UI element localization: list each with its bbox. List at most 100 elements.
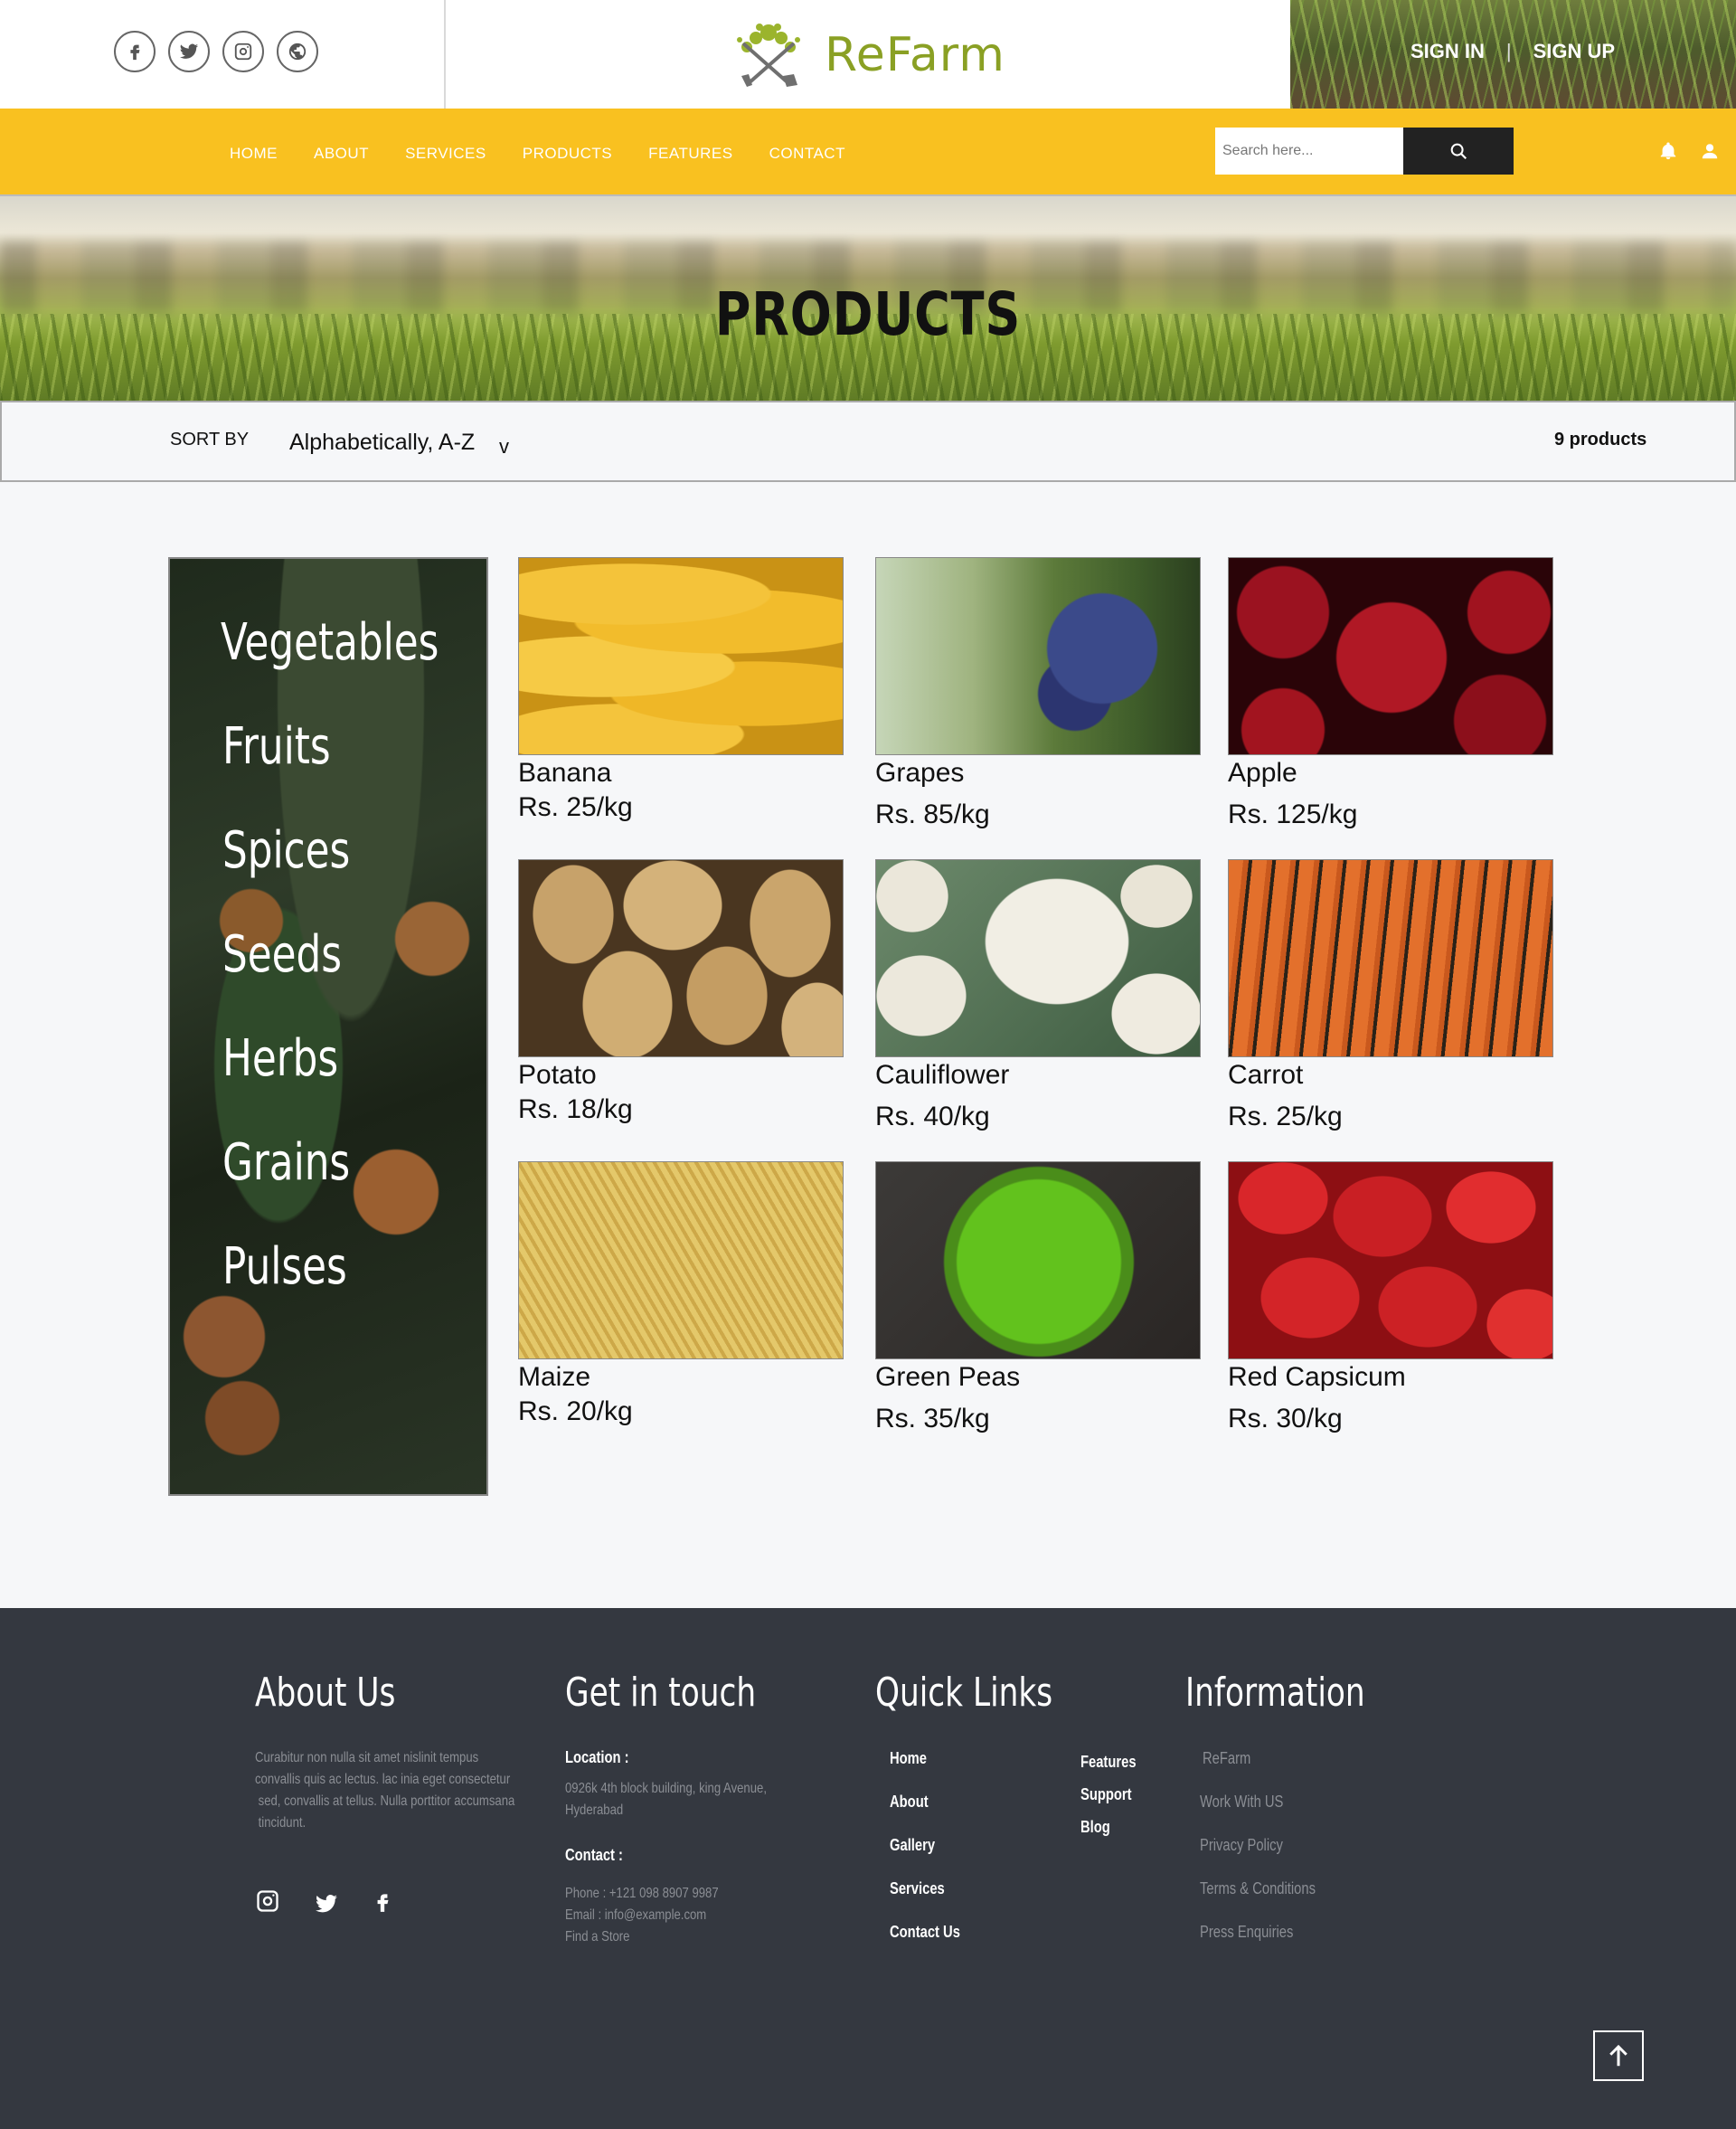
nav-menu: HOME ABOUT SERVICES PRODUCTS FEATURES CO… (230, 145, 845, 163)
category-item-pulses[interactable]: Pulses (170, 1237, 486, 1341)
sort-select[interactable]: Alphabetically, A-Z (289, 430, 475, 456)
product-price: Rs. 18/kg (518, 1094, 633, 1124)
product-image[interactable] (1228, 557, 1553, 755)
info-link-terms[interactable]: Terms & Conditions (1200, 1879, 1316, 1898)
product-card-cauliflower[interactable]: Cauliflower Rs. 40/kg (875, 859, 1201, 1131)
category-label: Herbs (222, 1029, 339, 1088)
category-item-spices[interactable]: Spices (170, 821, 486, 925)
sign-up-link[interactable]: SIGN UP (1533, 40, 1615, 63)
back-to-top-button[interactable] (1593, 2030, 1644, 2081)
product-price: Rs. 125/kg (1228, 800, 1358, 829)
product-card-apple[interactable]: Apple Rs. 125/kg (1228, 557, 1553, 829)
product-name: Grapes (875, 758, 965, 788)
product-name: Carrot (1228, 1060, 1304, 1090)
footer-link-about[interactable]: About (890, 1793, 929, 1812)
nav-item-products[interactable]: PRODUCTS (523, 145, 612, 163)
product-card-banana[interactable]: Banana Rs. 25/kg (518, 557, 844, 822)
info-link-privacy-policy[interactable]: Privacy Policy (1200, 1836, 1283, 1855)
search-button[interactable] (1403, 128, 1514, 175)
product-card-potato[interactable]: Potato Rs. 18/kg (518, 859, 844, 1124)
find-store-link[interactable]: Find a Store (565, 1926, 629, 1948)
product-name: Apple (1228, 758, 1297, 788)
product-price: Rs. 20/kg (518, 1396, 633, 1426)
search-box (1215, 128, 1514, 175)
footer-about-line-2: convallis quis ac lectus. lac inia eget … (255, 1772, 511, 1787)
user-icon[interactable] (1700, 141, 1720, 161)
footer-link-contact-us[interactable]: Contact Us (890, 1923, 960, 1942)
category-item-vegetables[interactable]: Vegetables (170, 613, 486, 717)
arrow-up-icon (1609, 2044, 1628, 2067)
search-icon (1450, 143, 1467, 160)
product-card-carrot[interactable]: Carrot Rs. 25/kg (1228, 859, 1553, 1131)
chevron-down-icon[interactable]: v (499, 435, 509, 459)
nav-item-features[interactable]: FEATURES (648, 145, 732, 163)
product-image[interactable] (1228, 859, 1553, 1057)
category-item-seeds[interactable]: Seeds (170, 925, 486, 1029)
contact-phone[interactable]: Phone : +121 098 8907 9987 (565, 1883, 719, 1905)
product-name: Green Peas (875, 1362, 1021, 1392)
info-link-refarm[interactable]: ReFarm (1203, 1749, 1250, 1768)
footer-link-blog[interactable]: Blog (1080, 1818, 1110, 1837)
product-count: 9 products (1554, 430, 1647, 449)
logo-icon (737, 24, 800, 87)
footer: About Us Curabitur non nulla sit amet ni… (0, 1608, 1736, 2129)
footer-quick-links-title: Quick Links (875, 1670, 1053, 1716)
page-title: PRODUCTS (714, 279, 1022, 349)
category-label: Vegetables (221, 613, 439, 672)
product-price: Rs. 85/kg (875, 800, 990, 829)
twitter-icon[interactable] (314, 1892, 339, 1916)
nav-item-home[interactable]: HOME (230, 145, 278, 163)
category-list: Vegetables Fruits Spices Seeds Herbs Gra… (170, 613, 486, 1341)
contact-email[interactable]: Email : info@example.com (565, 1905, 706, 1926)
category-label: Grains (222, 1133, 351, 1192)
auth-separator: | (1505, 40, 1512, 62)
product-price: Rs. 40/kg (875, 1102, 990, 1131)
product-card-red-capsicum[interactable]: Red Capsicum Rs. 30/kg (1228, 1161, 1553, 1434)
facebook-icon[interactable] (371, 1888, 394, 1916)
product-image[interactable] (875, 557, 1201, 755)
nav-item-services[interactable]: SERVICES (405, 145, 486, 163)
instagram-icon[interactable] (255, 1888, 280, 1914)
footer-about-line-1: Curabitur non nulla sit amet nislinit te… (255, 1750, 479, 1765)
brand-logo[interactable]: ReFarm (729, 20, 1005, 90)
product-image[interactable] (518, 557, 844, 755)
product-image[interactable] (518, 1161, 844, 1359)
product-price: Rs. 30/kg (1228, 1404, 1343, 1434)
category-item-grains[interactable]: Grains (170, 1133, 486, 1237)
category-item-fruits[interactable]: Fruits (170, 717, 486, 821)
product-image[interactable] (1228, 1161, 1553, 1359)
facebook-icon[interactable] (114, 31, 156, 72)
info-link-work-with-us[interactable]: Work With US (1200, 1793, 1283, 1812)
brand-name: ReFarm (825, 28, 1005, 82)
nav-item-about[interactable]: ABOUT (314, 145, 369, 163)
product-image[interactable] (875, 859, 1201, 1057)
footer-about-title: About Us (255, 1670, 396, 1716)
product-card-grapes[interactable]: Grapes Rs. 85/kg (875, 557, 1201, 829)
product-card-maize[interactable]: Maize Rs. 20/kg (518, 1161, 844, 1426)
info-link-press-enquiries[interactable]: Press Enquiries (1200, 1923, 1293, 1942)
footer-about-line-3: sed, convallis at tellus. Nulla porttito… (255, 1793, 515, 1809)
product-card-green-peas[interactable]: Green Peas Rs. 35/kg (875, 1161, 1201, 1434)
twitter-icon[interactable] (168, 31, 210, 72)
sort-bar: SORT BY Alphabetically, A-Z v 9 products (0, 401, 1736, 482)
footer-link-gallery[interactable]: Gallery (890, 1836, 935, 1855)
nav-item-contact[interactable]: CONTACT (769, 145, 845, 163)
product-image[interactable] (875, 1161, 1201, 1359)
instagram-icon[interactable] (222, 31, 264, 72)
top-bar: ReFarm SIGN IN | SIGN UP (0, 0, 1736, 109)
product-price: Rs. 25/kg (1228, 1102, 1343, 1131)
auth-links: SIGN IN | SIGN UP (1410, 40, 1615, 63)
globe-icon[interactable] (277, 31, 318, 72)
social-links (114, 31, 318, 72)
category-item-herbs[interactable]: Herbs (170, 1029, 486, 1133)
footer-link-features[interactable]: Features (1080, 1753, 1137, 1772)
product-image[interactable] (518, 859, 844, 1057)
bell-icon[interactable] (1658, 141, 1678, 161)
search-input[interactable] (1215, 128, 1403, 175)
sign-in-link[interactable]: SIGN IN (1410, 40, 1485, 63)
footer-link-home[interactable]: Home (890, 1749, 927, 1768)
category-label: Spices (222, 821, 351, 880)
footer-link-services[interactable]: Services (890, 1879, 945, 1898)
footer-link-support[interactable]: Support (1080, 1785, 1132, 1804)
location-label: Location : (565, 1748, 629, 1766)
